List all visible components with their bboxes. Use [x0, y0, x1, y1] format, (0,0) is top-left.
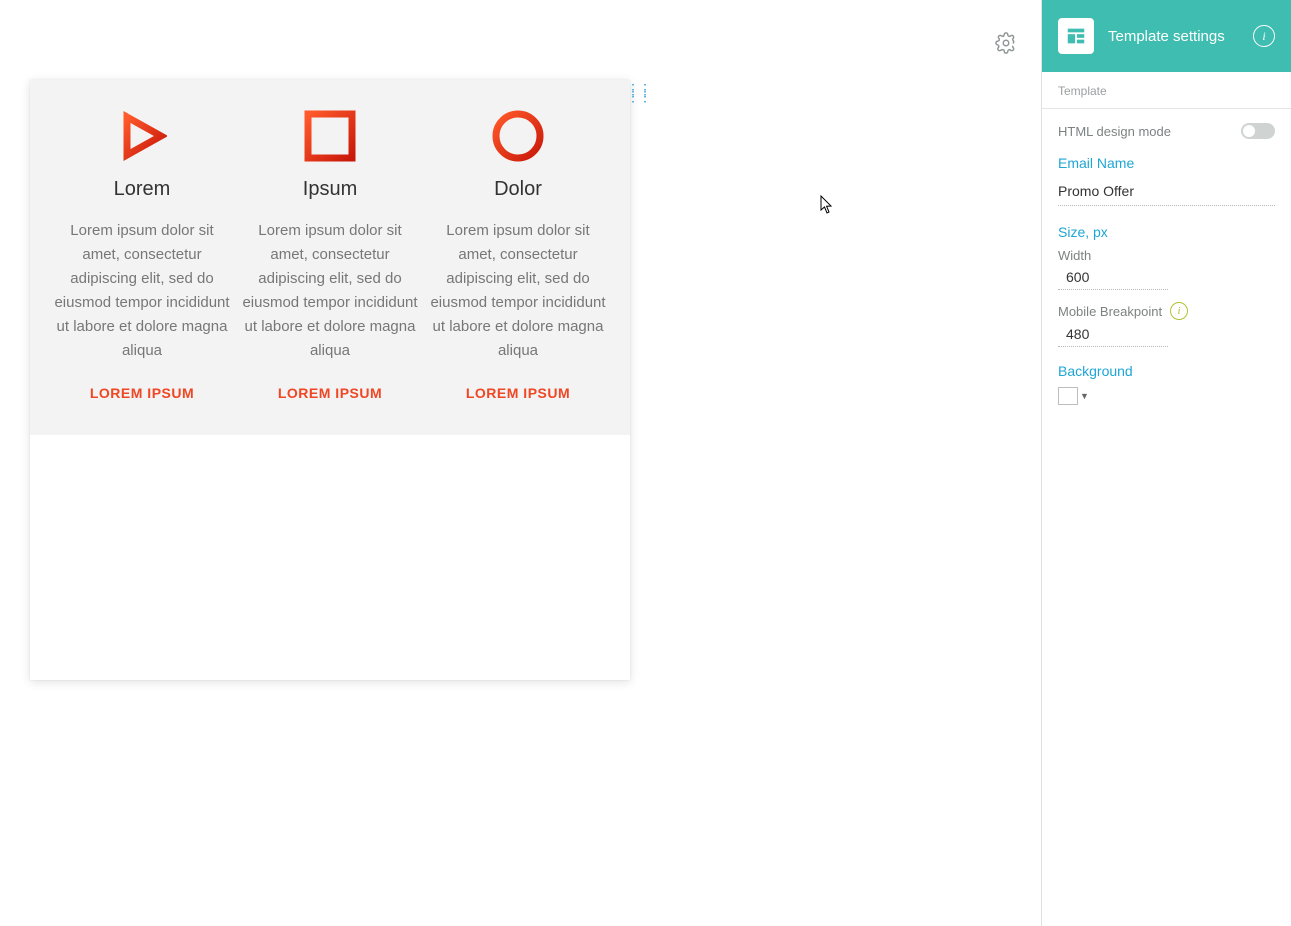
column-1[interactable]: Lorem Lorem ipsum dolor sit amet, consec… [48, 108, 236, 401]
panel-title: Template settings [1108, 28, 1239, 45]
panel-section-label: Template [1042, 72, 1291, 109]
breakpoint-row: Mobile Breakpoint i [1058, 302, 1275, 320]
html-mode-label: HTML design mode [1058, 124, 1171, 139]
html-mode-row: HTML design mode [1058, 123, 1275, 139]
gear-icon [995, 32, 1017, 54]
column-title: Ipsum [242, 178, 418, 201]
column-link[interactable]: LOREM IPSUM [242, 385, 418, 401]
size-label: Size, px [1058, 224, 1275, 240]
square-icon [302, 108, 358, 164]
play-icon [114, 108, 170, 164]
column-title: Dolor [430, 178, 606, 201]
column-body-text: Lorem ipsum dolor sit amet, consectetur … [54, 219, 230, 363]
color-swatch[interactable] [1058, 387, 1078, 405]
column-link[interactable]: LOREM IPSUM [54, 385, 230, 401]
settings-gear-button[interactable] [995, 32, 1017, 54]
chevron-down-icon[interactable]: ▼ [1080, 391, 1089, 401]
email-name-input[interactable] [1058, 179, 1275, 206]
column-body-text: Lorem ipsum dolor sit amet, consectetur … [242, 219, 418, 363]
canvas-area: ⋮⋮⋮⋮ Lorem Lorem ipsum dolor sit amet, c… [0, 0, 1041, 926]
column-2[interactable]: Ipsum Lorem ipsum dolor sit amet, consec… [236, 108, 424, 401]
panel-body: HTML design mode Email Name Size, px Wid… [1042, 109, 1291, 405]
panel-header: Template settings i [1042, 0, 1291, 72]
width-input[interactable] [1058, 265, 1168, 290]
column-link[interactable]: LOREM IPSUM [430, 385, 606, 401]
html-mode-toggle[interactable] [1241, 123, 1275, 139]
column-title: Lorem [54, 178, 230, 201]
three-column-row: Lorem Lorem ipsum dolor sit amet, consec… [30, 80, 630, 435]
panel-info-button[interactable]: i [1253, 25, 1275, 47]
settings-panel: Template settings i Template HTML design… [1041, 0, 1291, 926]
drag-handle-icon[interactable]: ⋮⋮⋮⋮ [626, 86, 636, 106]
breakpoint-info-button[interactable]: i [1170, 302, 1188, 320]
column-body-text: Lorem ipsum dolor sit amet, consectetur … [430, 219, 606, 363]
mouse-cursor-icon [820, 195, 834, 215]
template-icon [1058, 18, 1094, 54]
column-3[interactable]: Dolor Lorem ipsum dolor sit amet, consec… [424, 108, 612, 401]
breakpoint-input[interactable] [1058, 322, 1168, 347]
breakpoint-label: Mobile Breakpoint [1058, 304, 1162, 319]
email-template-block[interactable]: ⋮⋮⋮⋮ Lorem Lorem ipsum dolor sit amet, c… [30, 80, 630, 680]
background-color-picker[interactable]: ▼ [1058, 387, 1275, 405]
background-label: Background [1058, 363, 1275, 379]
width-label: Width [1058, 248, 1275, 263]
email-name-label: Email Name [1058, 155, 1275, 171]
circle-icon [490, 108, 546, 164]
